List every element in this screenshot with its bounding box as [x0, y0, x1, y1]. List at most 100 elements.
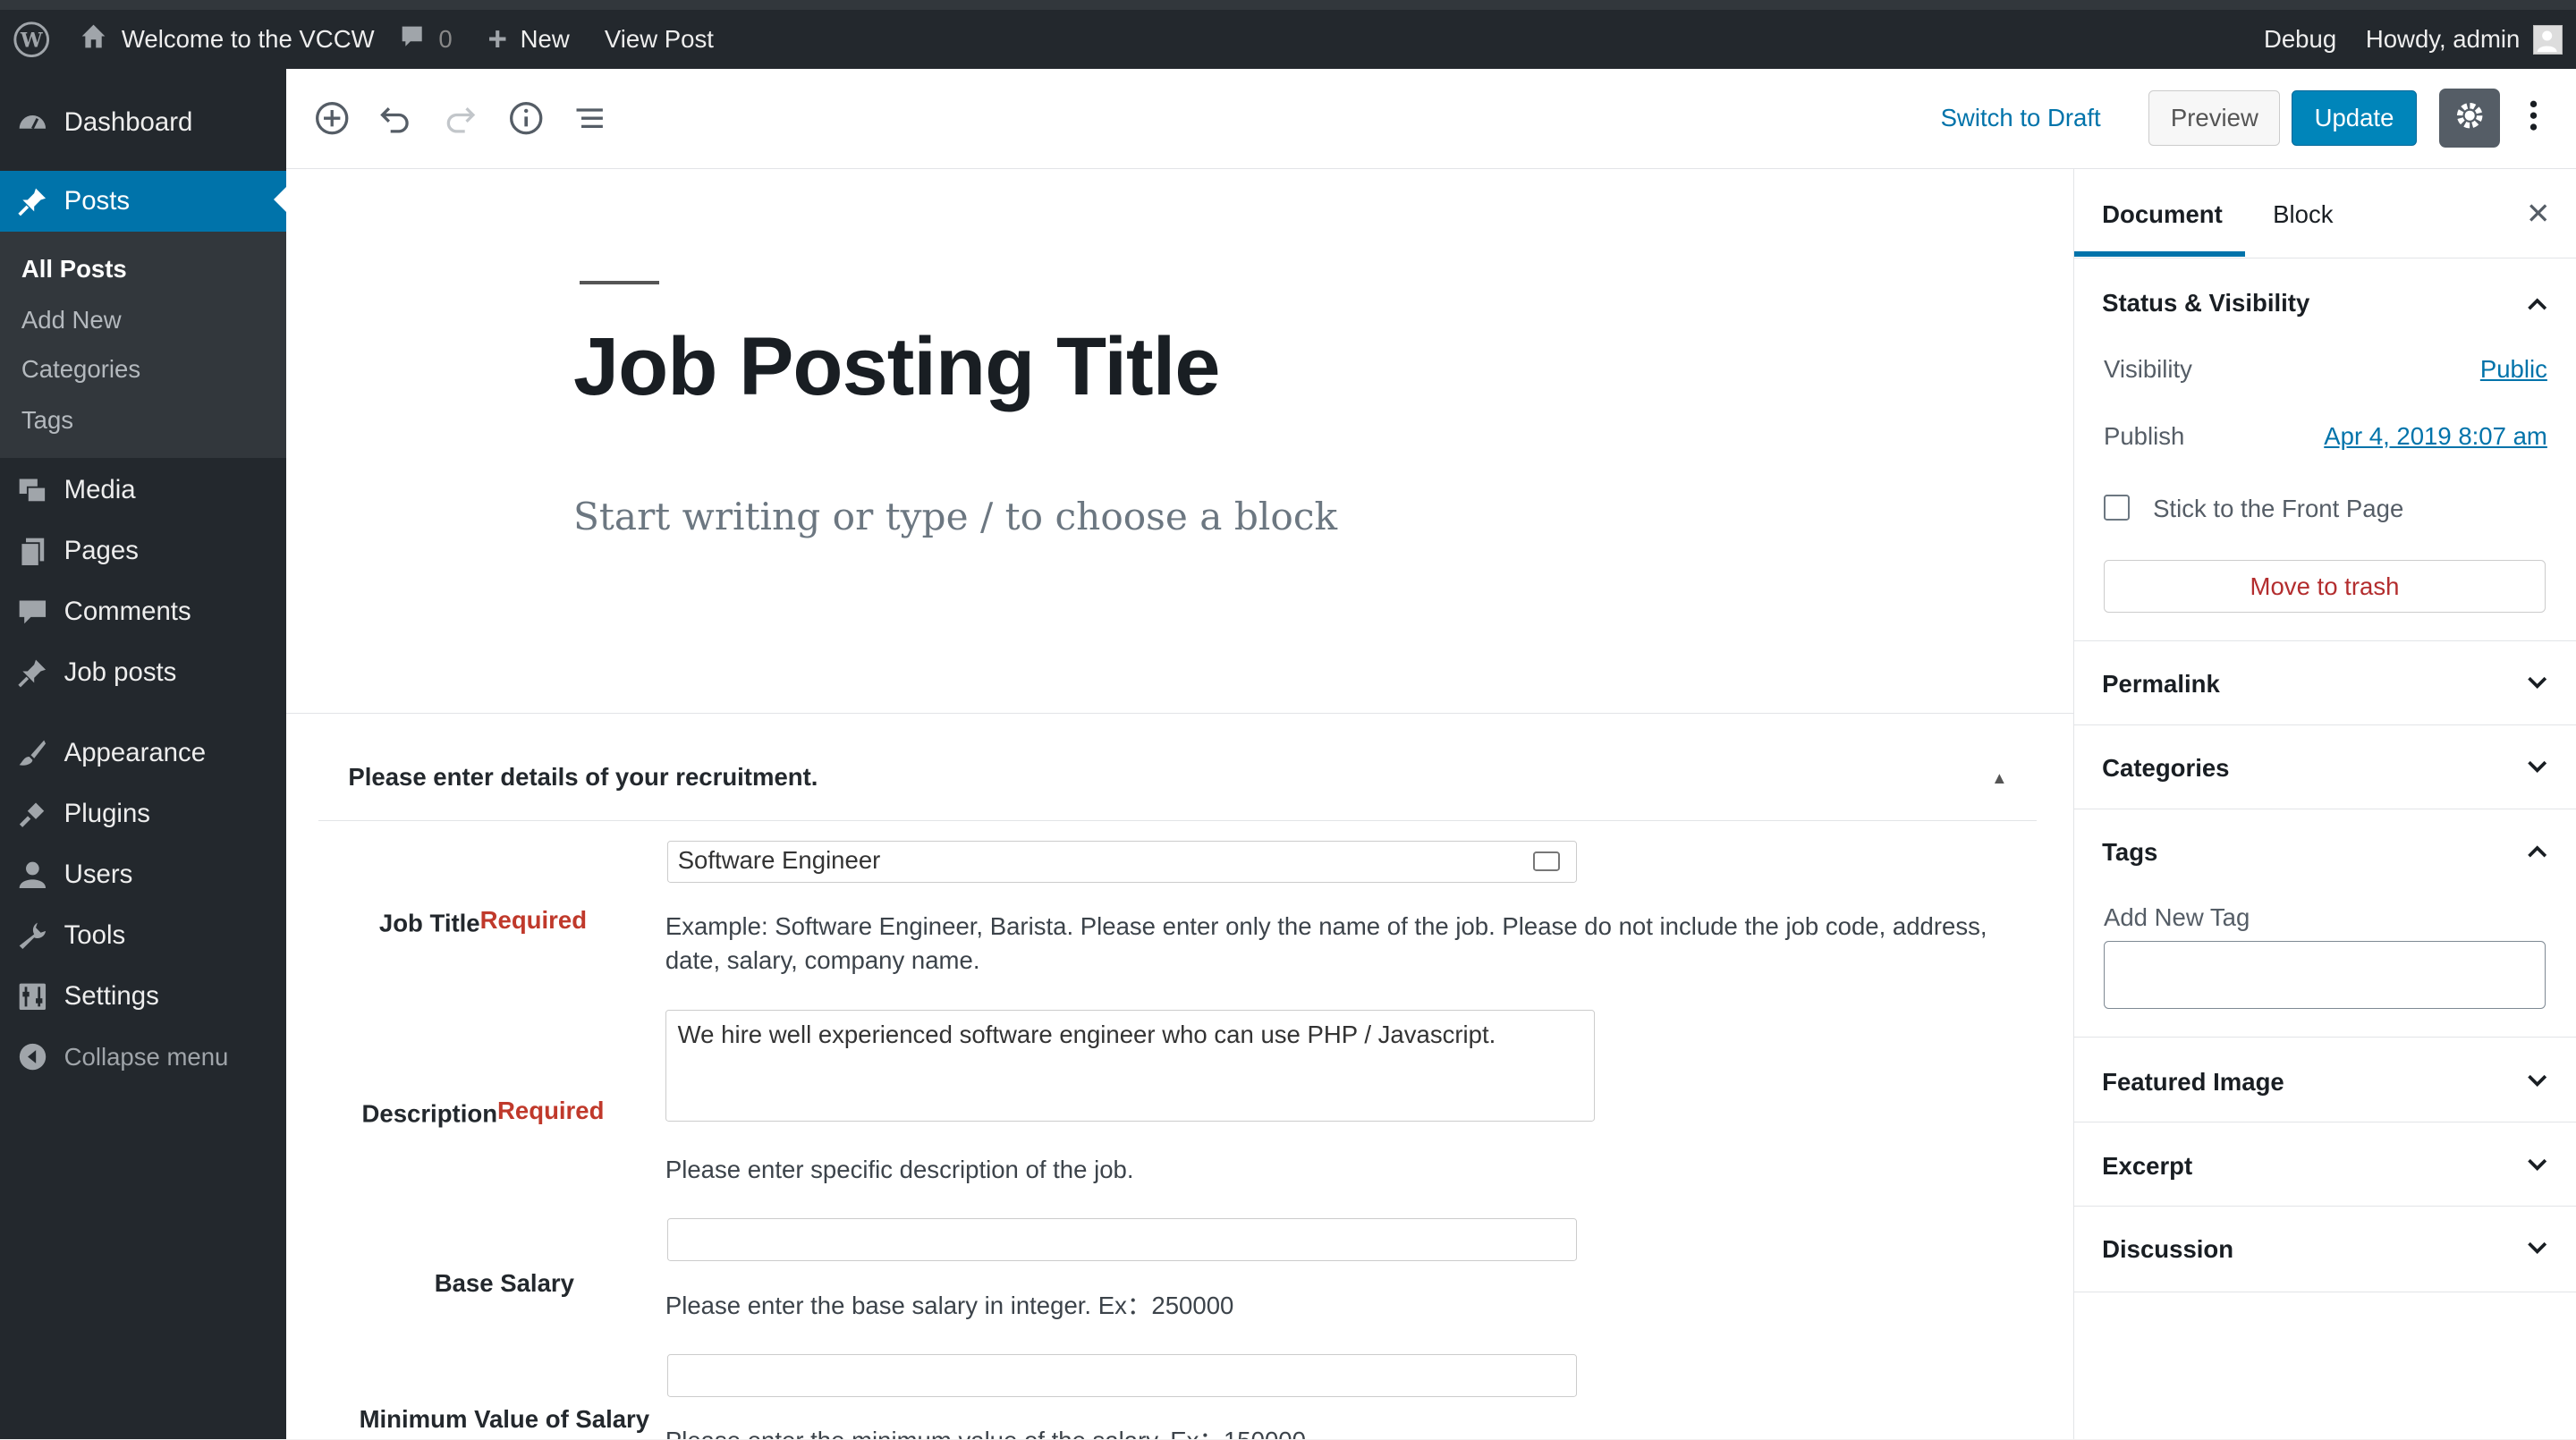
sidebar-item-job-posts[interactable]: Job posts: [0, 642, 286, 703]
description-value: We hire well experienced software engine…: [677, 1020, 1496, 1048]
debug-link[interactable]: Debug: [2264, 10, 2336, 69]
description-help: Please enter specific description of the…: [665, 1155, 1134, 1183]
sidebar-label-appearance: Appearance: [64, 738, 207, 768]
permalink-panel[interactable]: Permalink: [2073, 640, 2576, 725]
sidebar-item-posts[interactable]: Posts: [0, 171, 286, 232]
tags-title[interactable]: Tags: [2102, 838, 2157, 867]
switch-to-draft-button[interactable]: Switch to Draft: [1922, 90, 2119, 146]
chevron-down-icon: [2524, 1068, 2550, 1094]
sidebar-item-tools[interactable]: Tools: [0, 905, 286, 966]
new-label: New: [520, 25, 570, 54]
editor-toolbar: Switch to Draft Preview Update: [285, 69, 2576, 170]
sidebar-tabs: Document Block ✕: [2073, 169, 2576, 259]
add-block-icon[interactable]: [312, 98, 352, 138]
min-salary-label: Minimum Value of Salary: [359, 1405, 650, 1434]
comments-link[interactable]: 0: [399, 10, 453, 69]
tab-document[interactable]: Document: [2102, 200, 2223, 229]
move-to-trash-button[interactable]: Move to trash: [2103, 560, 2546, 614]
job-title-label-text: Job Title: [378, 909, 480, 937]
tags-panel: Tags Add New Tag: [2073, 809, 2576, 1038]
block-placeholder[interactable]: Start writing or type / to choose a bloc…: [573, 495, 1337, 538]
admin-sidebar: Dashboard Posts All Posts Add New Catego…: [0, 69, 286, 1439]
job-title-value: Software Engineer: [677, 846, 881, 875]
discussion-panel[interactable]: Discussion: [2073, 1206, 2576, 1292]
sidebar-label-comments: Comments: [64, 597, 191, 627]
plus-icon: +: [487, 21, 507, 58]
view-post-link[interactable]: View Post: [605, 10, 714, 69]
status-visibility-title[interactable]: Status & Visibility: [2102, 289, 2309, 318]
tab-block[interactable]: Block: [2273, 200, 2333, 229]
comments-count: 0: [438, 25, 453, 54]
title-separator: [580, 281, 659, 284]
active-tab-indicator: [2073, 251, 2245, 257]
submenu-categories[interactable]: Categories: [21, 355, 140, 384]
pushpin-icon: [16, 185, 49, 218]
media-icon: [16, 474, 49, 507]
comments-icon: [16, 596, 49, 629]
featured-image-title: Featured Image: [2102, 1067, 2284, 1096]
add-tag-input[interactable]: [2103, 941, 2546, 1009]
base-salary-input[interactable]: [666, 1217, 1578, 1261]
chevron-up-icon[interactable]: [2524, 838, 2550, 864]
sidebar-label-dashboard: Dashboard: [64, 106, 193, 137]
metabox-title: Please enter details of your recruitment…: [348, 763, 818, 792]
min-salary-input[interactable]: [666, 1354, 1578, 1398]
sidebar-item-dashboard[interactable]: Dashboard: [0, 92, 286, 153]
sidebar-item-media[interactable]: Media: [0, 460, 286, 521]
preview-button[interactable]: Preview: [2148, 90, 2281, 147]
job-title-label: Job TitleRequired: [318, 906, 647, 938]
stick-front-checkbox[interactable]: [2103, 494, 2131, 521]
sidebar-item-pages[interactable]: Pages: [0, 521, 286, 581]
collapse-arrow-icon: [16, 1041, 49, 1074]
sidebar-item-appearance[interactable]: Appearance: [0, 723, 286, 784]
post-title[interactable]: Job Posting Title: [573, 320, 1220, 414]
block-navigation-icon[interactable]: [570, 98, 609, 138]
more-menu-button[interactable]: [2520, 90, 2546, 146]
add-new-tag-label: Add New Tag: [2103, 903, 2250, 932]
site-name-link[interactable]: Welcome to the VCCW: [79, 10, 375, 69]
sidebar-label-settings: Settings: [64, 980, 159, 1011]
sidebar-item-settings[interactable]: Settings: [0, 966, 286, 1027]
close-icon[interactable]: ✕: [2526, 196, 2551, 232]
info-icon[interactable]: [506, 98, 546, 138]
pages-icon: [16, 535, 49, 568]
update-button[interactable]: Update: [2292, 90, 2417, 147]
metabox-header[interactable]: Please enter details of your recruitment…: [318, 714, 2038, 822]
chevron-up-icon[interactable]: [2524, 291, 2550, 317]
admin-bar: W Welcome to the VCCW 0 + New View Post …: [0, 0, 2576, 70]
min-salary-help: Please enter the minimum value of the sa…: [665, 1424, 1306, 1439]
sidebar-item-comments[interactable]: Comments: [0, 581, 286, 642]
description-label-text: Description: [361, 1099, 498, 1128]
view-post-label: View Post: [604, 25, 714, 54]
editor-content: Job Posting Title Start writing or type …: [285, 169, 2073, 1439]
submenu-add-new[interactable]: Add New: [21, 306, 122, 335]
pushpin-icon: [16, 656, 49, 690]
submenu-all-posts[interactable]: All Posts: [21, 255, 127, 284]
visibility-link[interactable]: Public: [2480, 355, 2547, 384]
categories-panel[interactable]: Categories: [2073, 724, 2576, 809]
featured-image-panel[interactable]: Featured Image: [2073, 1037, 2576, 1123]
sidebar-item-users[interactable]: Users: [0, 844, 286, 905]
job-title-input[interactable]: Software Engineer: [666, 840, 1578, 884]
chevron-down-icon: [2524, 670, 2550, 696]
sidebar-item-plugins[interactable]: Plugins: [0, 784, 286, 844]
excerpt-title: Excerpt: [2102, 1151, 2193, 1180]
metabox-area: Please enter details of your recruitment…: [285, 713, 2073, 1439]
undo-icon[interactable]: [377, 98, 416, 138]
excerpt-panel[interactable]: Excerpt: [2073, 1122, 2576, 1207]
paintbrush-icon: [16, 737, 49, 770]
wordpress-logo-icon[interactable]: W: [13, 10, 49, 69]
collapse-toggle-icon[interactable]: ▲: [1991, 768, 2007, 788]
settings-toggle-button[interactable]: [2439, 89, 2501, 148]
redo-icon[interactable]: [440, 98, 479, 138]
sidebar-label-pages: Pages: [64, 536, 139, 566]
gear-icon: [2452, 97, 2487, 140]
description-textarea[interactable]: We hire well experienced software engine…: [665, 1009, 1596, 1122]
submenu-tags[interactable]: Tags: [21, 406, 73, 435]
new-content-link[interactable]: + New: [487, 10, 569, 69]
sidebar-label-plugins: Plugins: [64, 799, 150, 829]
dashboard-icon: [16, 106, 49, 139]
account-menu[interactable]: Howdy, admin: [2366, 10, 2563, 69]
publish-date-link[interactable]: Apr 4, 2019 8:07 am: [2324, 422, 2547, 451]
collapse-menu-button[interactable]: Collapse menu: [0, 1027, 286, 1088]
